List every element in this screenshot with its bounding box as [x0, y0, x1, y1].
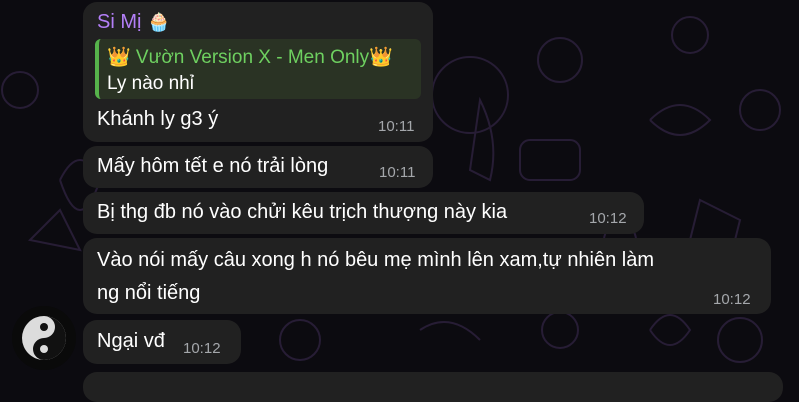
message-text: Mấy hôm tết e nó trải lòng [97, 155, 329, 177]
cupcake-icon: 🧁 [147, 12, 170, 32]
message-text-line2: ng nổi tiếng [97, 282, 201, 304]
yin-yang-icon [12, 306, 76, 370]
message-bubble[interactable]: Bị thg đb nó vào chửi kêu trịch thượng n… [83, 192, 644, 234]
reply-title: 👑 Vườn Version X - Men Only👑 [107, 47, 393, 68]
message-bubble[interactable]: Si Mị 🧁 👑 Vườn Version X - Men Only👑 Ly … [83, 2, 433, 142]
sender-row: Si Mị 🧁 [97, 11, 170, 34]
message-time: 10:11 [379, 164, 416, 181]
message-bubble[interactable]: Ngại vđ 10:12 [83, 320, 241, 364]
avatar[interactable] [12, 306, 76, 370]
message-time: 10:12 [713, 291, 751, 308]
message-time: 10:12 [589, 210, 627, 227]
message-bubble-partial[interactable] [83, 372, 783, 402]
message-time: 10:11 [378, 118, 415, 135]
message-bubble[interactable]: Mấy hôm tết e nó trải lòng 10:11 [83, 146, 433, 188]
message-text: Ngại vđ [97, 330, 165, 352]
sender-name[interactable]: Si Mị [97, 11, 141, 34]
message-text: Khánh ly g3 ý [97, 108, 219, 130]
message-time: 10:12 [183, 340, 221, 357]
message-text: Bị thg đb nó vào chửi kêu trịch thượng n… [97, 201, 508, 223]
message-bubble[interactable]: Vào nói mấy câu xong h nó bêu mẹ mình lê… [83, 238, 771, 314]
message-text: Vào nói mấy câu xong h nó bêu mẹ mình lê… [97, 249, 655, 271]
reply-quote[interactable]: 👑 Vườn Version X - Men Only👑 Ly nào nhỉ [95, 39, 421, 99]
reply-text: Ly nào nhỉ [107, 73, 194, 94]
